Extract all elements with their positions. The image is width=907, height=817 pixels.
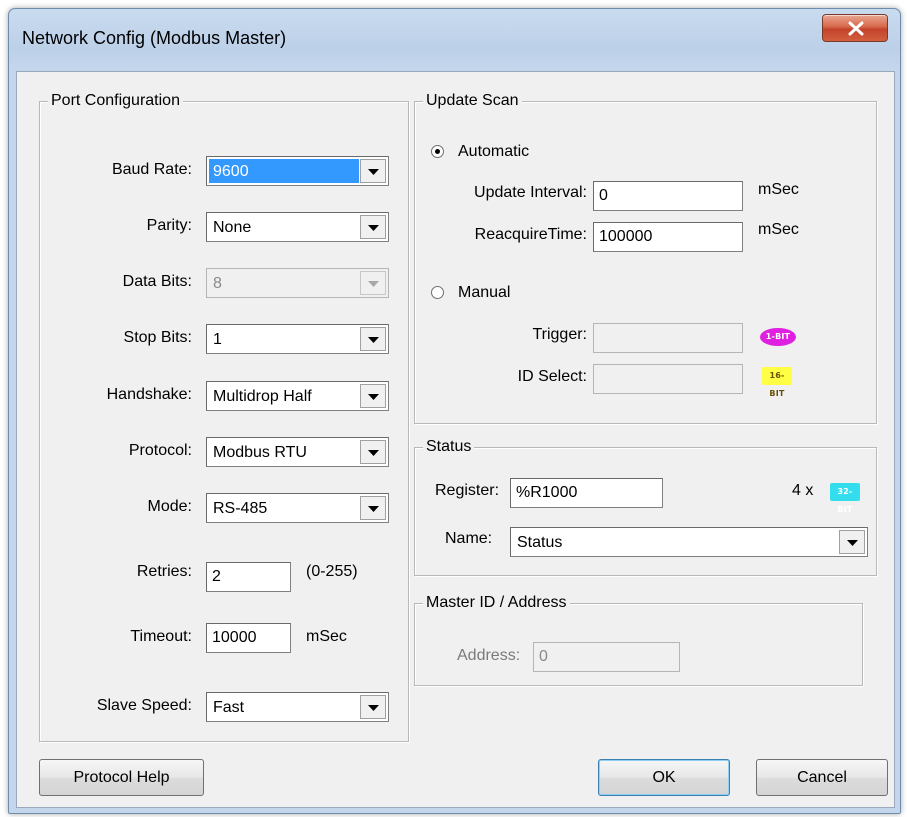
- protocol-label: Protocol:: [128, 442, 192, 459]
- parity-dropdown-button[interactable]: [360, 215, 386, 239]
- register-label: Register:: [435, 482, 500, 499]
- parity-select[interactable]: None: [206, 212, 389, 242]
- handshake-select[interactable]: Multidrop Half: [206, 381, 389, 411]
- timeout-unit: mSec: [306, 628, 347, 645]
- register-count: 4 x: [792, 482, 814, 499]
- slave-speed-label: Slave Speed:: [96, 697, 192, 714]
- mode-select[interactable]: RS-485: [206, 493, 389, 523]
- data-bits-value: 8: [213, 275, 222, 292]
- automatic-label[interactable]: Automatic: [458, 142, 529, 162]
- 16-bit-badge: 16-BIT: [762, 367, 792, 398]
- update-interval-unit: mSec: [758, 181, 799, 198]
- ok-button[interactable]: OK: [598, 759, 730, 796]
- id-select-input: [593, 364, 743, 394]
- chevron-down-icon: [368, 450, 379, 456]
- stop-bits-select[interactable]: 1: [206, 324, 389, 354]
- baud-rate-select[interactable]: 9600: [206, 156, 389, 186]
- manual-radio[interactable]: [431, 286, 444, 299]
- reacquire-time-input[interactable]: 100000: [593, 222, 743, 252]
- update-scan-title: Update Scan: [423, 91, 522, 111]
- register-input[interactable]: %R1000: [510, 478, 663, 508]
- close-button[interactable]: [822, 14, 888, 42]
- protocol-select[interactable]: Modbus RTU: [206, 437, 389, 467]
- address-input: 0: [533, 642, 680, 672]
- reacquire-time-label: ReacquireTime:: [474, 226, 587, 243]
- stop-bits-value: 1: [213, 331, 222, 348]
- slave-speed-dropdown-button[interactable]: [360, 695, 386, 719]
- automatic-radio[interactable]: [431, 145, 444, 158]
- protocol-value: Modbus RTU: [213, 444, 307, 461]
- handshake-dropdown-button[interactable]: [360, 384, 386, 408]
- stop-bits-label: Stop Bits:: [123, 329, 192, 346]
- slave-speed-value: Fast: [213, 699, 245, 716]
- handshake-value: Multidrop Half: [213, 388, 312, 405]
- update-interval-input[interactable]: 0: [593, 181, 743, 211]
- manual-label[interactable]: Manual: [458, 283, 510, 303]
- trigger-label: Trigger:: [532, 326, 587, 343]
- chevron-down-icon: [368, 225, 379, 231]
- chevron-down-icon: [368, 281, 379, 287]
- name-label: Name:: [445, 530, 493, 547]
- mode-dropdown-button[interactable]: [360, 496, 386, 520]
- retries-range-hint: (0-255): [306, 563, 358, 580]
- data-bits-label: Data Bits:: [122, 273, 192, 290]
- cancel-button[interactable]: Cancel: [756, 759, 888, 796]
- baud-rate-value: 9600: [209, 159, 359, 183]
- baud-rate-dropdown-button[interactable]: [360, 159, 386, 183]
- data-bits-select: 8: [206, 268, 389, 298]
- 32-bit-badge: 32-BIT: [830, 483, 860, 514]
- retries-label: Retries:: [136, 563, 192, 580]
- 1-bit-badge: 1-BIT: [760, 328, 796, 346]
- chevron-down-icon: [368, 506, 379, 512]
- slave-speed-select[interactable]: Fast: [206, 692, 389, 722]
- handshake-label: Handshake:: [106, 386, 192, 403]
- mode-value: RS-485: [213, 500, 268, 517]
- dialog-window: Network Config (Modbus Master) Port Conf…: [8, 8, 901, 814]
- trigger-input: [593, 323, 743, 353]
- chevron-down-icon: [368, 705, 379, 711]
- parity-label: Parity:: [146, 217, 192, 234]
- master-address-title: Master ID / Address: [423, 593, 570, 613]
- update-interval-label: Update Interval:: [474, 184, 587, 201]
- address-label: Address:: [457, 647, 521, 664]
- dialog-client-area: Port Configuration Baud Rate: 9600 Parit…: [16, 71, 895, 808]
- name-value: Status: [517, 534, 563, 551]
- name-dropdown-button[interactable]: [839, 530, 865, 554]
- chevron-down-icon: [847, 540, 858, 546]
- parity-value: None: [213, 219, 252, 236]
- stop-bits-dropdown-button[interactable]: [360, 327, 386, 351]
- port-configuration-title: Port Configuration: [48, 91, 183, 111]
- timeout-input[interactable]: 10000: [206, 623, 291, 653]
- protocol-dropdown-button[interactable]: [360, 440, 386, 464]
- baud-rate-label: Baud Rate:: [111, 161, 192, 178]
- name-select[interactable]: Status: [510, 527, 868, 557]
- timeout-label: Timeout:: [130, 628, 192, 645]
- chevron-down-icon: [368, 169, 379, 175]
- id-select-label: ID Select:: [517, 368, 587, 385]
- status-title: Status: [423, 437, 475, 457]
- mode-label: Mode:: [147, 498, 192, 515]
- reacquire-time-unit: mSec: [758, 221, 799, 238]
- retries-input[interactable]: 2: [206, 562, 291, 592]
- data-bits-dropdown-button: [360, 271, 386, 295]
- chevron-down-icon: [368, 337, 379, 343]
- window-title: Network Config (Modbus Master): [22, 28, 287, 48]
- close-x-icon: [848, 21, 864, 36]
- chevron-down-icon: [368, 394, 379, 400]
- protocol-help-button[interactable]: Protocol Help: [39, 759, 204, 796]
- title-bar[interactable]: Network Config (Modbus Master): [9, 9, 900, 71]
